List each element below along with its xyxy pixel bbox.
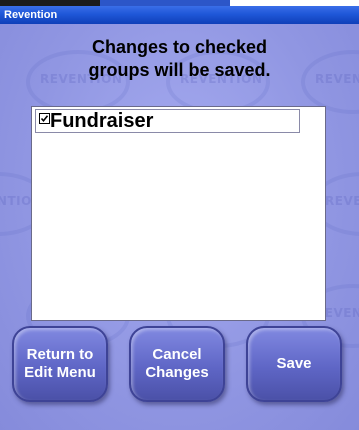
- return-to-edit-menu-button[interactable]: Return to Edit Menu: [12, 326, 108, 402]
- window-title: Revention: [4, 9, 58, 21]
- list-item[interactable]: ☑ Fundraiser: [35, 109, 300, 133]
- heading-text: Changes to checked groups will be saved.: [88, 37, 271, 80]
- dialog-content: REVENTION REVENTION REVENTION REVENTION …: [0, 24, 359, 430]
- cancel-changes-button[interactable]: Cancel Changes: [129, 326, 225, 402]
- group-list[interactable]: ☑ Fundraiser: [31, 106, 326, 321]
- checkmark-icon: [40, 115, 49, 123]
- dialog-heading: Changes to checked groups will be saved.: [0, 36, 359, 82]
- list-item-label: Fundraiser: [50, 110, 154, 132]
- watermark-logo: REVENTION: [310, 172, 359, 236]
- title-bar: Revention: [0, 6, 359, 24]
- save-button[interactable]: Save: [246, 326, 342, 402]
- revention-window: Revention REVENTION REVENTION REVENTION …: [0, 0, 359, 430]
- group-checkbox[interactable]: ☑: [39, 113, 50, 124]
